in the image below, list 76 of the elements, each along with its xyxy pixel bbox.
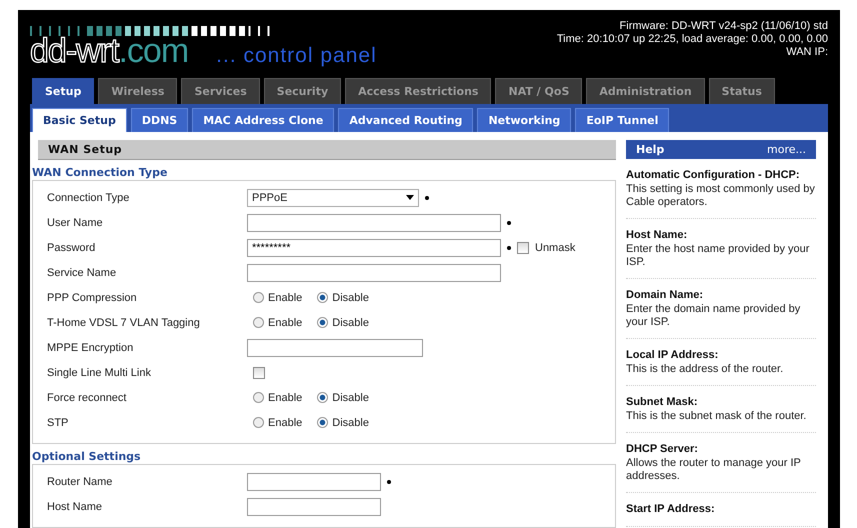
radio-label: Enable [268, 392, 302, 404]
radio-label: Enable [268, 316, 302, 328]
input-field[interactable] [247, 214, 501, 232]
field-label: User Name [47, 216, 104, 228]
radio-button[interactable] [253, 417, 264, 428]
help-text: This is the subnet mask of the router. [626, 410, 808, 423]
field-label: Router Name [47, 476, 114, 488]
field-label: Password [47, 242, 96, 254]
help-text: This setting is most commonly used by Cable operators. [626, 183, 816, 209]
field-label: Force reconnect [47, 392, 128, 404]
nav-tab[interactable]: NAT / QoS [495, 78, 582, 104]
radio-label: Disable [332, 392, 369, 404]
logo-text: dd-wrt.com [30, 36, 188, 66]
radio-label: Enable [268, 292, 302, 304]
connection-type-dropdown[interactable]: PPPoE [247, 188, 419, 206]
field-label: STP [47, 416, 70, 428]
input-field[interactable] [247, 498, 381, 516]
radio-button[interactable] [317, 317, 328, 328]
field-label: Service Name [47, 266, 118, 278]
help-topic-title: Subnet Mask: [626, 396, 699, 408]
radio-button[interactable] [317, 417, 328, 428]
subnav-tab[interactable]: EoIP Tunnel [575, 108, 670, 132]
checkbox[interactable] [253, 366, 265, 378]
input-field[interactable]: ********* [247, 238, 501, 256]
nav-tab[interactable]: Administration [586, 78, 705, 104]
help-title: Help [636, 143, 664, 156]
section-header: WAN Setup [38, 140, 616, 160]
field-label: T-Home VDSL 7 VLAN Tagging [47, 316, 201, 328]
checkbox[interactable] [517, 242, 529, 254]
subnav-tab[interactable]: MAC Address Clone [192, 108, 334, 132]
help-text: Allows the router to manage your IP addresses. [626, 457, 802, 483]
field-label: Host Name [47, 500, 104, 512]
input-field[interactable] [247, 472, 381, 490]
radio-label: Disable [332, 292, 369, 304]
input-field[interactable] [247, 338, 423, 356]
subnav-tab[interactable]: Basic Setup [32, 108, 127, 132]
nav-tab[interactable]: Wireless [98, 78, 178, 104]
nav-tab[interactable]: Services [181, 78, 260, 104]
radio-button[interactable] [253, 317, 264, 328]
radio-button[interactable] [253, 292, 264, 303]
subnav-tab[interactable]: Advanced Routing [338, 108, 474, 132]
router-info-text: Firmware: DD-WRT v24-sp2 (11/06/10) std [618, 20, 828, 33]
subnav-tab[interactable]: DDNS [130, 108, 188, 132]
help-text: Enter the host name provided by your ISP. [626, 243, 810, 269]
field-label: MPPE Encryption [47, 342, 134, 354]
more-link[interactable]: more... [767, 143, 806, 156]
help-topic-title: Host Name: [626, 229, 688, 241]
router-info-text: WAN IP: [785, 46, 828, 59]
fieldset-legend: Optional Settings [32, 450, 616, 463]
radio-label: Disable [332, 316, 369, 328]
checkbox-label: Unmask [535, 242, 576, 254]
help-topic-title: Domain Name: [626, 289, 704, 301]
subtitle: ... control panel [216, 44, 377, 68]
radio-button[interactable] [317, 292, 328, 303]
nav-tab[interactable]: Access Restrictions [345, 78, 492, 104]
radio-button[interactable] [253, 392, 264, 403]
radio-label: Disable [332, 416, 369, 428]
field-label: Single Line Multi Link [47, 366, 152, 378]
help-text: Enter the domain name provided by your ISP. [626, 303, 802, 329]
radio-label: Enable [268, 416, 302, 428]
router-info-text: Time: 20:10:07 up 22:25, load average: 0.00, 0.00, 0.00 [556, 33, 828, 46]
radio-button[interactable] [317, 392, 328, 403]
help-topic-title: Start IP Address: [626, 503, 716, 515]
nav-tab[interactable]: Security [264, 78, 342, 104]
nav-tab[interactable]: Status [708, 78, 775, 104]
subnav-tab[interactable]: Networking [477, 108, 572, 132]
field-label: PPP Compression [47, 292, 138, 304]
field-label: Connection Type [47, 192, 130, 204]
help-text: This is the address of the router. [626, 363, 784, 376]
help-topic-title: Automatic Configuration - DHCP: [626, 169, 801, 181]
input-field[interactable] [247, 264, 501, 282]
help-topic-title: DHCP Server: [626, 443, 699, 455]
caret-icon [406, 195, 414, 200]
fieldset-legend: WAN Connection Type [32, 166, 616, 179]
nav-tab[interactable]: Setup [32, 78, 94, 104]
help-topic-title: Local IP Address: [626, 349, 720, 361]
